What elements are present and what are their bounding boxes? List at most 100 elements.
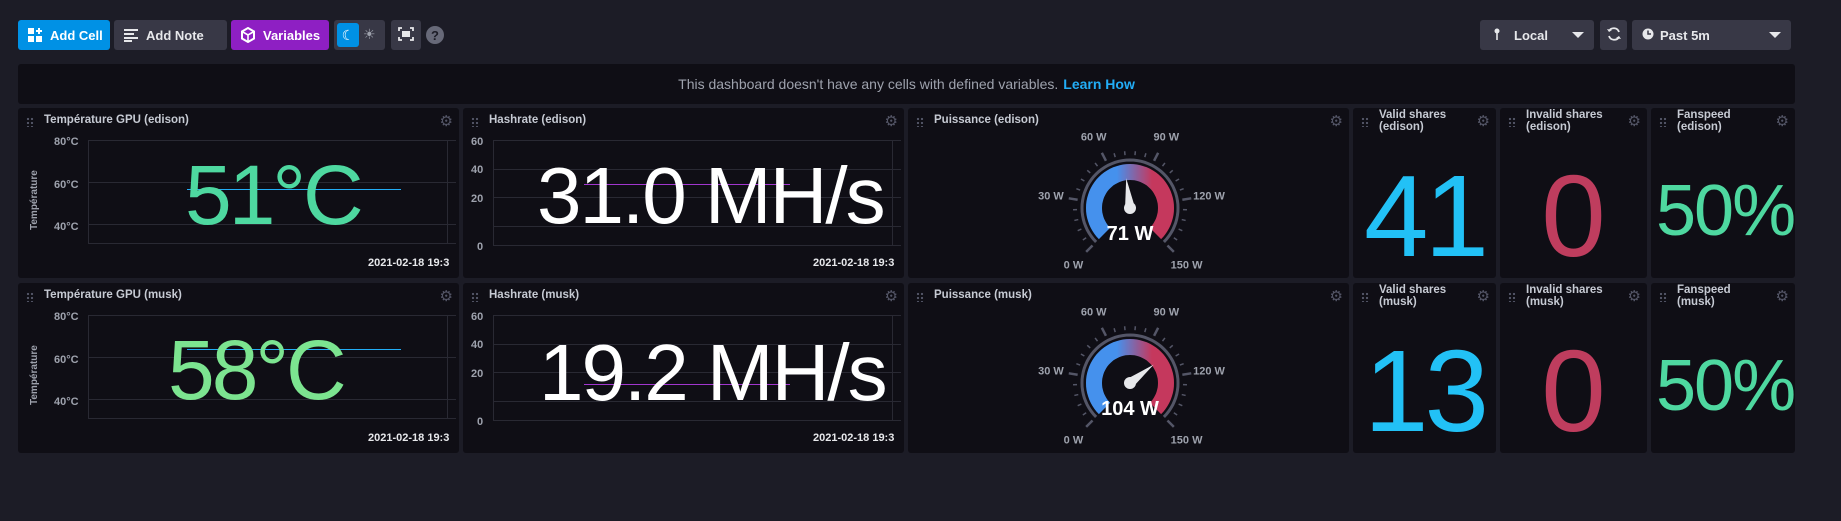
gauge-label: 60 W [1081,307,1107,319]
drag-handle-icon[interactable] [1361,117,1369,127]
gauge-tick [1074,218,1079,222]
drag-handle-icon[interactable] [1508,292,1516,302]
drag-handle-icon[interactable] [1508,117,1516,127]
presentation-mode-button[interactable] [391,20,421,50]
cell-valid-shares-musk: Valid shares (musk) ⚙ 13 [1353,283,1496,453]
gauge-tick [1166,244,1175,253]
gauge-label: 0 W [1064,260,1084,272]
add-cell-icon [26,26,44,44]
gauge-tick [1182,372,1192,376]
note-icon [122,26,140,44]
single-stat-value: 51°C [185,148,364,242]
gear-icon[interactable]: ⚙ [1477,287,1490,305]
single-stat-value: 50% [1656,346,1795,426]
gauge-tick [1082,237,1087,241]
cell-title: Fanspeed (musk) [1677,284,1731,308]
clock-icon [1642,28,1654,43]
cell-fanspeed-edison: Fanspeed (edison) ⚙ 50% [1651,108,1795,278]
sun-icon[interactable]: ☀ [363,26,376,43]
gauge-tick [1144,153,1147,158]
y-tick-label: 80°C [54,311,79,323]
gauge-tick [1094,337,1099,342]
y-tick-label: 80°C [54,136,79,148]
gear-icon[interactable]: ⚙ [1776,112,1789,130]
gear-icon[interactable]: ⚙ [440,112,453,130]
gear-icon[interactable]: ⚙ [440,287,453,305]
learn-how-link[interactable]: Learn How [1063,76,1135,92]
drag-handle-icon[interactable] [1361,292,1369,302]
gauge-tick [1166,419,1175,428]
gauge-tick [1068,372,1078,376]
drag-handle-icon[interactable] [26,292,34,302]
gauge-value: 104 W [1101,398,1159,420]
variables-button[interactable]: Variables [231,20,329,50]
gauge-tick [1175,178,1180,182]
gauge-tick [1169,169,1174,174]
gauge: 0 W 30 W 60 W 90 W 120 W 150 W 71 W [1038,132,1225,272]
gear-icon[interactable]: ⚙ [1477,112,1490,130]
drag-handle-icon[interactable] [1659,292,1667,302]
gauge-label: 0 W [1064,435,1084,447]
single-stat-value: 0 [1541,326,1606,453]
y-tick-label: 60 [471,136,484,148]
cell-fanspeed-musk: Fanspeed (musk) ⚙ 50% [1651,283,1795,453]
drag-handle-icon[interactable] [26,117,34,127]
drag-handle-icon[interactable] [471,292,479,302]
gear-icon[interactable]: ⚙ [1628,287,1641,305]
timezone-dropdown[interactable]: Local [1480,20,1594,50]
gauge-tick [1178,403,1183,407]
gear-icon[interactable]: ⚙ [1776,287,1789,305]
gear-icon[interactable]: ⚙ [885,287,898,305]
cell-title: Hashrate (musk) [489,289,580,301]
gauge-tick [1173,237,1178,241]
gear-icon[interactable]: ⚙ [1628,112,1641,130]
gauge-tick [1094,162,1099,167]
cell-title: Invalid shares (edison) [1526,109,1603,133]
gauge-tick [1082,412,1087,416]
y-tick-label: 20 [471,193,484,205]
y-tick-label: 40°C [54,396,79,408]
chevron-down-icon [1572,32,1584,38]
chevron-down-icon [1769,32,1781,38]
cell-valid-shares-edison: Valid shares (edison) ⚙ 41 [1353,108,1496,278]
help-icon[interactable]: ? [426,26,444,44]
gauge-tick [1173,412,1178,416]
theme-toggle[interactable]: ☾ ☀ [334,20,385,50]
single-stat-value: 41 [1363,151,1489,278]
gauge: 0 W 30 W 60 W 90 W 120 W 150 W 104 W [1038,307,1225,447]
cube-icon [239,26,257,44]
drag-handle-icon[interactable] [1659,117,1667,127]
y-tick-label: 0 [477,241,484,253]
add-cell-button[interactable]: Add Cell [18,20,110,50]
gauge-tick [1144,328,1147,333]
y-tick-label: 40 [471,339,484,351]
cell-power-edison: Puissance (edison) ⚙ 0 W 30 W 60 W 90 W 120 … [908,108,1349,278]
pin-icon [1494,28,1500,43]
gauge-label: 150 W [1171,260,1203,272]
gauge-tick [1076,187,1081,191]
timestamp: 2021-02-18 19:3 [368,257,450,269]
y-axis-title: Température [29,170,40,230]
cell-title: Température GPU (edison) [44,114,189,126]
gauge-needle-hub [1124,202,1136,214]
drag-handle-icon[interactable] [471,117,479,127]
moon-icon[interactable]: ☾ [337,23,359,47]
gear-icon[interactable]: ⚙ [885,112,898,130]
add-cell-label: Add Cell [50,27,103,43]
gauge-label: 30 W [1038,190,1064,202]
single-stat-value: 58°C [168,323,347,417]
gauge-tick [1077,228,1082,232]
cell-temperature-edison: Température GPU (edison) ⚙ Température 8… [18,108,459,278]
cell-title: Fanspeed (edison) [1677,109,1731,133]
time-range-label: Past 5m [1660,27,1710,43]
gauge-needle-hub [1124,377,1136,389]
add-note-label: Add Note [146,27,204,43]
time-range-dropdown[interactable]: Past 5m [1632,20,1791,50]
add-note-button[interactable]: Add Note [114,20,227,50]
refresh-button[interactable] [1600,20,1627,50]
gauge-tick [1152,152,1160,162]
gauge-tick [1175,353,1180,357]
y-axis-title: Température [29,345,40,405]
timestamp: 2021-02-18 19:3 [813,432,895,444]
gauge-label: 120 W [1193,365,1225,377]
